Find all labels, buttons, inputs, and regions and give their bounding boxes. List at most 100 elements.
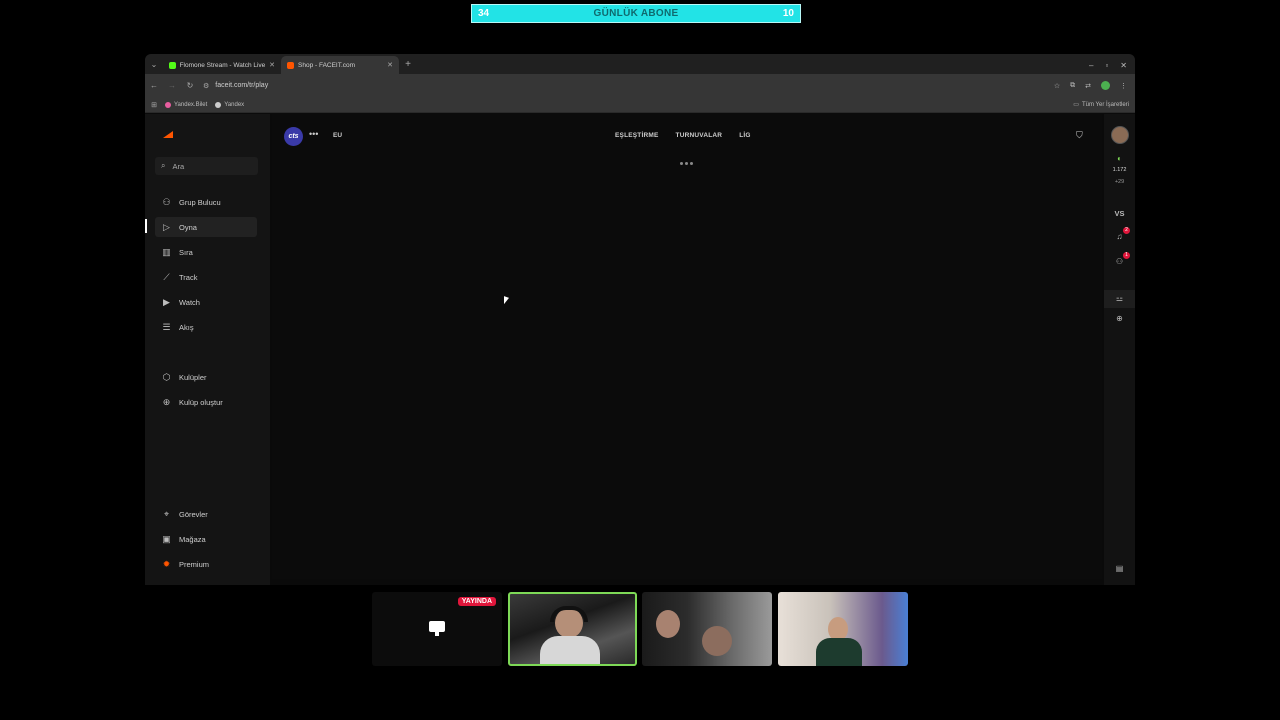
translate-icon[interactable]: ⇄ xyxy=(1085,82,1091,90)
sidebar-item-label: Watch xyxy=(179,297,200,307)
close-window-icon[interactable]: ✕ xyxy=(1120,61,1127,70)
sidebar-item-label: Mağaza xyxy=(179,534,206,544)
nav-lig[interactable]: LİG xyxy=(739,132,750,139)
sidebar-item-label: Grup Bulucu xyxy=(179,197,221,207)
vs-label[interactable]: VS xyxy=(1104,209,1135,218)
tab-label: Shop - FACEIT.com xyxy=(298,61,356,69)
address-bar[interactable]: ⚙ faceit.com/tr/play xyxy=(203,82,268,90)
sidebar-item-label: Akış xyxy=(179,322,194,332)
monitor-icon xyxy=(429,621,445,632)
browser-toolbar: ← → ↻ ⚙ faceit.com/tr/play ☆ ⧉ ⇄ ⋮ xyxy=(145,74,1135,97)
bookmark-star-icon[interactable]: ☆ xyxy=(1054,82,1060,90)
nav-turnuvalar[interactable]: TURNUVALAR xyxy=(676,132,723,139)
close-tab-icon[interactable]: ✕ xyxy=(387,61,393,69)
search-input[interactable]: ⌕ Ara xyxy=(155,157,258,175)
play-icon: ▷ xyxy=(163,221,170,232)
sidebar-item-oyna[interactable]: ▷ Oyna xyxy=(155,217,257,237)
sidebar-item-label: Premium xyxy=(179,559,210,569)
faceit-logo-icon[interactable] xyxy=(163,131,173,138)
sidebar-item-sira[interactable]: ▥ Sıra xyxy=(155,242,257,262)
chat-icon[interactable]: ▤ xyxy=(1104,564,1135,573)
sidebar-item-kulup-olustur[interactable]: ⊕ Kulüp oluştur xyxy=(155,392,257,412)
party-icon[interactable]: ⚍ xyxy=(1104,290,1135,308)
top-nav: EŞLEŞTİRME TURNUVALAR LİG xyxy=(615,132,751,139)
sidebar-item-premium[interactable]: ✹ Premium xyxy=(155,554,257,574)
forward-icon[interactable]: → xyxy=(163,81,181,90)
screen-share-tile: YAYINDA xyxy=(372,592,502,666)
minimize-icon[interactable]: – xyxy=(1089,61,1093,70)
sidebar-item-gorevler[interactable]: ⌖ Görevler xyxy=(155,504,257,524)
group-icon: ⚇ xyxy=(162,196,171,207)
all-bookmarks-label: Tüm Yer İşaretleri xyxy=(1081,101,1129,108)
window-controls: – ▫ ✕ xyxy=(1089,56,1135,74)
active-indicator xyxy=(145,219,147,233)
person-body xyxy=(816,638,862,666)
webcam-tile-2 xyxy=(642,592,772,666)
person-body xyxy=(540,636,600,664)
shield-icon[interactable]: ⛉ xyxy=(1076,130,1083,141)
loading-spinner xyxy=(680,162,693,165)
all-bookmarks[interactable]: ▭ Tüm Yer İşaretleri xyxy=(1073,101,1135,109)
back-icon[interactable]: ← xyxy=(145,81,163,90)
sidebar-item-watch[interactable]: ▶ Watch xyxy=(155,292,257,312)
browser-window: ⌄ Flomone Stream - Watch Live o ✕ Shop -… xyxy=(145,54,1135,585)
search-placeholder: Ara xyxy=(172,161,185,171)
sidebar-item-grup-bulucu[interactable]: ⚇ Grup Bulucu xyxy=(155,192,257,212)
add-friend-icon[interactable]: ⊕ xyxy=(1104,314,1135,323)
sidebar-item-label: Görevler xyxy=(179,509,208,519)
new-tab-icon[interactable]: + xyxy=(399,56,417,74)
premium-icon: ✹ xyxy=(162,558,171,569)
close-tab-icon[interactable]: ✕ xyxy=(269,61,275,69)
sidebar-item-kulupler[interactable]: ⬡ Kulüpler xyxy=(155,367,257,387)
elo-change: +29 xyxy=(1114,179,1125,185)
sidebar-item-label: Sıra xyxy=(179,247,193,257)
elo-value: 1.172 xyxy=(1112,167,1127,173)
elo-level-icon: ◐ xyxy=(1117,154,1122,163)
tab-faceit-shop[interactable]: Shop - FACEIT.com ✕ xyxy=(281,56,399,74)
sidebar-item-label: Track xyxy=(179,272,198,282)
yandex-bilet-icon xyxy=(165,101,171,108)
game-badge[interactable]: cts xyxy=(284,127,303,146)
video-icon: ▶ xyxy=(163,296,170,307)
folder-icon: ▭ xyxy=(1073,102,1079,108)
user-avatar[interactable] xyxy=(1104,126,1135,146)
sidebar-item-magaza[interactable]: ▣ Mağaza xyxy=(155,529,257,549)
region-label[interactable]: EU xyxy=(333,132,342,139)
tab-label: Flomone Stream - Watch Live o xyxy=(179,61,266,69)
live-badge: YAYINDA xyxy=(457,597,496,606)
profile-avatar[interactable] xyxy=(1101,81,1110,90)
menu-icon[interactable]: ⋮ xyxy=(1120,82,1127,90)
more-icon[interactable]: ••• xyxy=(309,129,318,139)
friends-icon[interactable]: ⚇ xyxy=(1104,257,1135,266)
bookmark-yandex-bilet[interactable]: Yandex.Bilet xyxy=(165,101,207,108)
game-badge-label: cts xyxy=(288,133,299,140)
kick-favicon-icon xyxy=(169,61,176,69)
club-icon: ⬡ xyxy=(162,371,171,382)
add-circle-icon: ⊕ xyxy=(162,396,171,407)
headset-icon xyxy=(550,606,588,622)
apps-icon[interactable]: ⊞ xyxy=(145,101,163,109)
sidebar-item-track[interactable]: ⟋ Track xyxy=(155,267,257,287)
monitor-stand xyxy=(435,632,439,636)
search-icon: ⌕ xyxy=(161,161,166,170)
reload-icon[interactable]: ↻ xyxy=(181,81,199,90)
site-info-icon[interactable]: ⚙ xyxy=(203,82,209,90)
sidebar-item-label: Oyna xyxy=(179,222,197,232)
extensions-icon[interactable]: ⧉ xyxy=(1070,82,1075,90)
bookmark-yandex[interactable]: Yandex xyxy=(215,101,244,108)
nav-eslestirme[interactable]: EŞLEŞTİRME xyxy=(615,132,659,139)
shop-icon: ▣ xyxy=(162,533,171,544)
main-content: cts ••• EU EŞLEŞTİRME TURNUVALAR LİG ⛉ xyxy=(272,114,1102,579)
sidebar-item-akis[interactable]: ☰ Akış xyxy=(155,317,257,337)
notifications-bell-icon[interactable]: ♫ xyxy=(1104,232,1135,241)
bookmarks-bar: ⊞ Yandex.Bilet Yandex ▭ Tüm Yer İşaretle… xyxy=(145,97,1135,113)
tab-search-icon[interactable]: ⌄ xyxy=(145,56,163,74)
missions-icon: ⌖ xyxy=(163,508,170,519)
faceit-right-bar: ◐ 1.172 +29 VS ♫ 2 ⚇ 1 ⚍ ⊕ ▤ xyxy=(1104,114,1135,585)
webcam-tile-3 xyxy=(778,592,908,666)
feed-icon: ☰ xyxy=(162,321,171,332)
mouse-cursor-icon xyxy=(504,296,509,306)
restore-icon[interactable]: ▫ xyxy=(1105,61,1108,70)
webcam-tile-1 xyxy=(508,592,637,666)
tab-flomone[interactable]: Flomone Stream - Watch Live o ✕ xyxy=(163,56,281,74)
